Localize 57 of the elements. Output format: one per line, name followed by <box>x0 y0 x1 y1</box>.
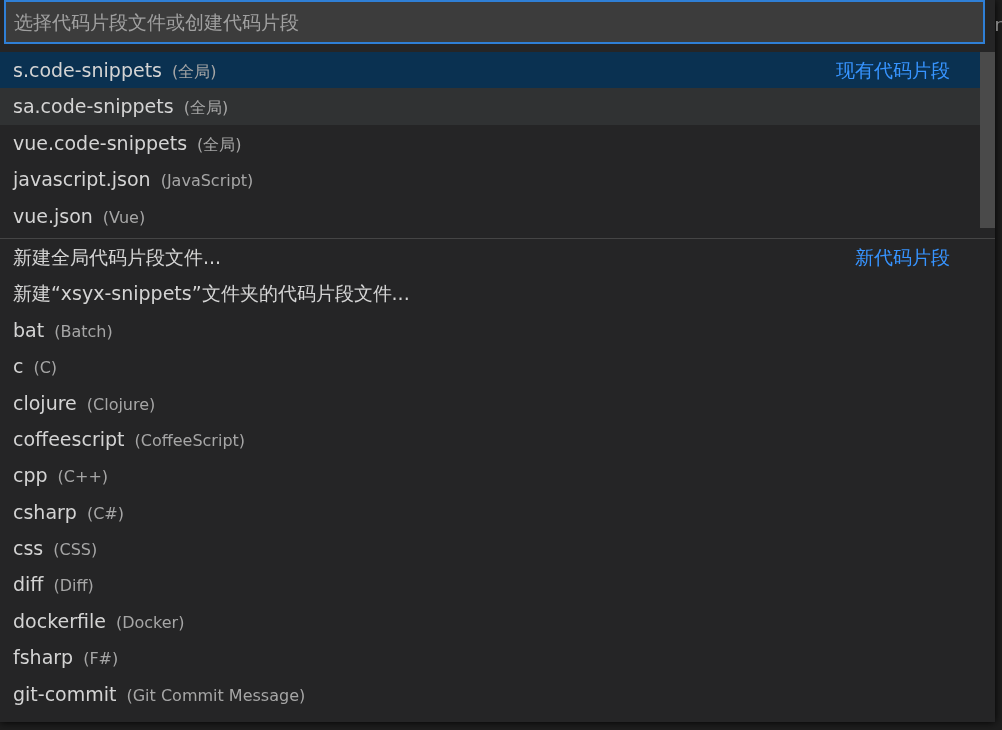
item-name: fsharp <box>13 645 74 671</box>
item-description: (C#) <box>86 502 124 525</box>
item-description: (Git Commit Message) <box>126 684 306 707</box>
item-description: (Batch) <box>54 320 113 343</box>
item-description: (C) <box>33 357 58 380</box>
item-description: (Diff) <box>53 575 94 598</box>
item-name: git-commit <box>13 681 117 707</box>
item-description: (Docker) <box>115 611 185 634</box>
item-name: dockerfile <box>13 608 106 634</box>
group-label: 现有代码片段 <box>835 58 950 83</box>
list-item[interactable]: 新建全局代码片段文件... 新代码片段 <box>0 238 980 276</box>
search-field[interactable]: 选择代码片段文件或创建代码片段 <box>4 0 985 44</box>
item-description: (Vue) <box>102 206 146 229</box>
item-description: (CSS) <box>53 539 98 562</box>
list-item[interactable]: diff (Diff) <box>0 566 980 603</box>
item-name: c <box>13 354 24 380</box>
list-item[interactable]: javascript.json (JavaScript) <box>0 161 980 198</box>
item-name: javascript.json <box>13 167 151 193</box>
item-description: (CoffeeScript) <box>134 429 246 452</box>
list-item[interactable]: csharp (C#) <box>0 493 980 531</box>
group-label: 新代码片段 <box>854 244 950 270</box>
list-item[interactable]: fsharp (F#) <box>0 639 980 676</box>
list-item[interactable]: vue.json (Vue) <box>0 197 980 234</box>
item-name: css <box>13 536 44 562</box>
item-name: vue.json <box>13 203 93 229</box>
item-name: diff <box>13 572 44 598</box>
item-description: (JavaScript) <box>160 170 254 193</box>
list-item[interactable]: cpp (C++) <box>0 457 980 494</box>
item-name: coffeescript <box>13 426 125 452</box>
item-description: (C++) <box>57 466 109 489</box>
item-name: cpp <box>13 463 48 489</box>
list-item[interactable]: clojure (Clojure) <box>0 384 980 421</box>
item-name: vue.code-snippets <box>13 130 188 156</box>
list-item[interactable]: bat (Batch) <box>0 311 980 349</box>
list-item[interactable]: s.code-snippets (全局) 现有代码片段 <box>0 52 980 89</box>
item-description: (Clojure) <box>86 393 156 416</box>
item-description: (全局) <box>197 133 242 156</box>
list-item[interactable]: coffeescript (CoffeeScript) <box>0 420 980 458</box>
item-description: (全局) <box>183 97 229 120</box>
list-item[interactable]: css (CSS) <box>0 530 980 567</box>
list-item[interactable]: 新建“xsyx-snippets”文件夹的代码片段文件... <box>0 275 980 312</box>
item-description: (全局) <box>172 61 217 83</box>
list-item[interactable]: dockerfile (Docker) <box>0 602 980 640</box>
item-description: (F#) <box>83 648 119 671</box>
list-item[interactable]: git-commit (Git Commit Message) <box>0 675 980 713</box>
item-name: 新建“xsyx-snippets”文件夹的代码片段文件... <box>13 281 410 307</box>
scrollbar[interactable] <box>979 52 995 228</box>
item-name: csharp <box>13 499 77 525</box>
editor-text: r <box>994 14 1002 35</box>
item-name: sa.code-snippets <box>13 94 174 120</box>
list-item[interactable]: vue.code-snippets (全局) <box>0 124 980 162</box>
item-name: bat <box>13 317 45 343</box>
item-name: clojure <box>13 390 77 416</box>
list-item[interactable]: c (C) <box>0 348 980 385</box>
item-name: 新建全局代码片段文件... <box>13 244 222 270</box>
list-item[interactable]: sa.code-snippets (全局) <box>0 88 980 125</box>
item-name: s.code-snippets <box>13 58 162 83</box>
